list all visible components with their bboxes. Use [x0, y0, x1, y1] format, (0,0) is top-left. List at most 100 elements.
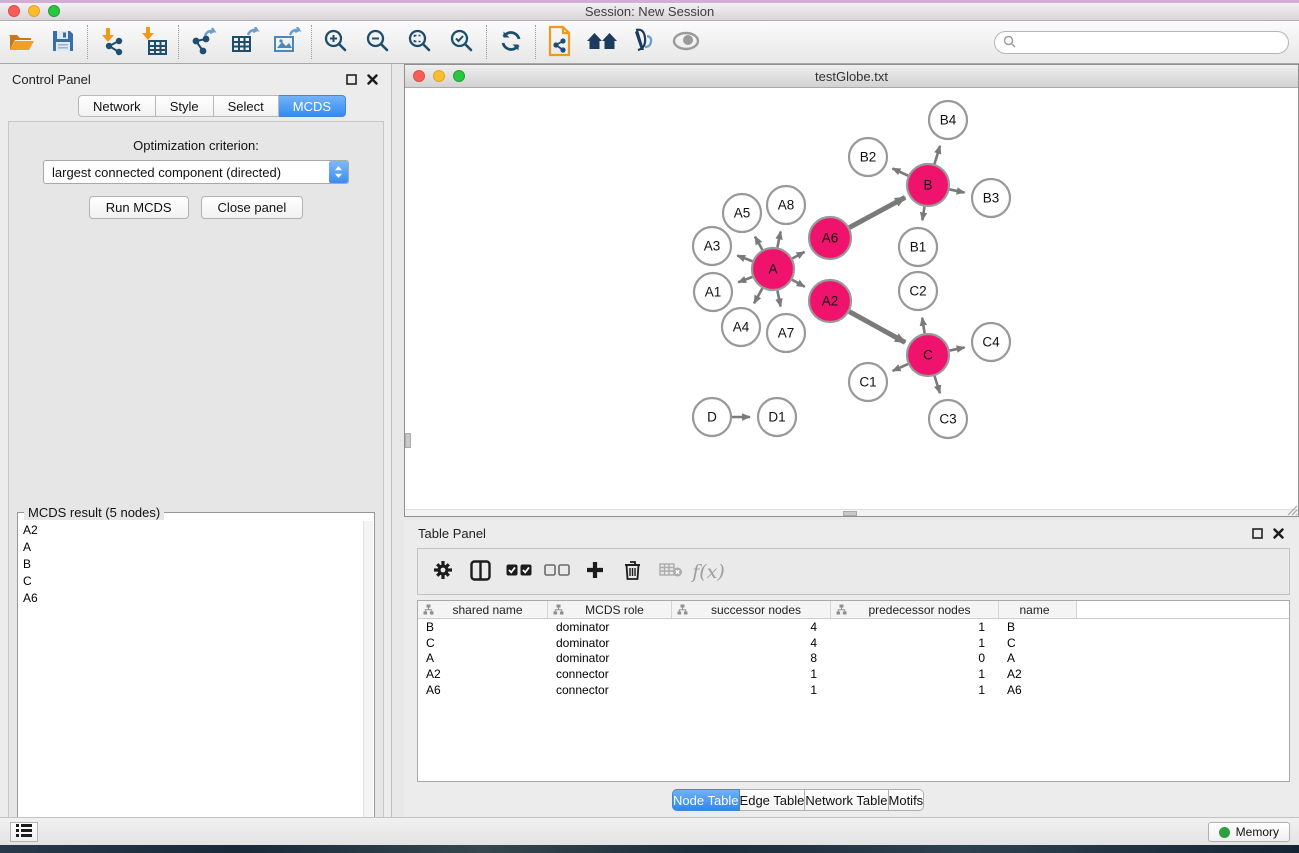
zoom-fit-button[interactable] [399, 23, 441, 61]
import-table-button[interactable] [133, 23, 175, 61]
edge-A-A4[interactable] [754, 288, 762, 303]
zoom-fit-icon [407, 28, 433, 57]
zoom-selected-button[interactable] [441, 23, 483, 61]
table-row[interactable]: Cdominator41C [418, 635, 1289, 651]
zoom-window-button[interactable] [48, 5, 60, 17]
edge-A-A1[interactable] [738, 277, 752, 282]
new-network-from-selection-button[interactable] [539, 23, 581, 61]
edge-C-C1[interactable] [893, 364, 908, 371]
result-item[interactable]: A [19, 538, 363, 555]
node-label-A: A [768, 262, 777, 277]
result-item[interactable]: C [19, 572, 363, 589]
edge-C-C2[interactable] [922, 318, 924, 334]
network-close-button[interactable] [413, 70, 425, 82]
graphics-details-icon [630, 28, 658, 57]
export-table-icon [230, 27, 260, 58]
save-session-button[interactable] [42, 23, 84, 61]
minimize-window-button[interactable] [28, 5, 40, 17]
birds-eye-view-button[interactable] [665, 23, 707, 61]
edge-B-B1[interactable] [922, 207, 924, 221]
result-item[interactable]: B [19, 555, 363, 572]
search-input[interactable] [1021, 34, 1288, 52]
tab-motifs[interactable]: Motifs [889, 789, 925, 811]
edge-A-A3[interactable] [737, 256, 752, 262]
graphics-details-button[interactable] [623, 23, 665, 61]
tab-network[interactable]: Network [78, 95, 156, 117]
network-file-icon [547, 25, 573, 60]
deselect-all-button[interactable] [542, 555, 571, 589]
tab-style[interactable]: Style [156, 95, 214, 117]
column-header-successor-nodes[interactable]: successor nodes [672, 601, 831, 618]
zoom-in-button[interactable] [315, 23, 357, 61]
edge-A2-C[interactable] [849, 312, 905, 343]
export-image-button[interactable] [266, 23, 308, 61]
optimization-criterion-dropdown[interactable]: largest connected component (directed) [43, 160, 349, 184]
gear-icon [433, 560, 453, 583]
close-panel-icon[interactable] [366, 73, 379, 86]
network-vscroll-thumb[interactable] [405, 433, 411, 448]
mcds-result-scrollbar[interactable] [363, 521, 373, 850]
table-cell: dominator [548, 620, 672, 634]
table-cell: connector [548, 683, 672, 697]
column-header-predecessor-nodes[interactable]: predecessor nodes [831, 601, 999, 618]
delete-column-button[interactable] [618, 555, 647, 589]
close-window-button[interactable] [8, 5, 20, 17]
table-cell: dominator [548, 636, 672, 650]
edge-A-A6[interactable] [792, 252, 804, 259]
edge-A-A7[interactable] [777, 291, 780, 307]
table-close-panel-icon[interactable] [1272, 527, 1285, 540]
edge-B-B3[interactable] [950, 189, 965, 192]
tab-select[interactable]: Select [214, 95, 279, 117]
edge-A6-B[interactable] [849, 197, 905, 227]
close-panel-button[interactable]: Close panel [201, 196, 304, 219]
select-all-button[interactable] [504, 555, 533, 589]
create-column-button[interactable] [580, 555, 609, 589]
table-cell: 1 [672, 683, 831, 697]
table-float-panel-icon[interactable] [1251, 527, 1264, 540]
table-row[interactable]: Bdominator41B [418, 619, 1289, 635]
table-cell: 8 [672, 651, 831, 665]
edge-C-C3[interactable] [935, 376, 940, 393]
network-hscrollbar[interactable] [405, 509, 1298, 516]
network-minimize-button[interactable] [433, 70, 445, 82]
delete-table-button[interactable] [656, 555, 685, 589]
table-row[interactable]: A2connector11A2 [418, 666, 1289, 682]
table-row[interactable]: A6connector11A6 [418, 682, 1289, 698]
zoom-out-button[interactable] [357, 23, 399, 61]
table-row[interactable]: Adominator80A [418, 650, 1289, 666]
network-zoom-button[interactable] [453, 70, 465, 82]
show-column-button[interactable] [466, 555, 495, 589]
edge-A-A2[interactable] [792, 280, 805, 287]
resize-grip-icon[interactable] [1285, 503, 1298, 516]
refresh-button[interactable] [490, 23, 532, 61]
result-item[interactable]: A6 [19, 589, 363, 606]
task-history-button[interactable] [10, 822, 38, 842]
node-label-D1: D1 [768, 410, 785, 425]
edge-B-B2[interactable] [892, 168, 908, 175]
network-canvas[interactable]: AA1A2A3A4A5A6A7A8BB1B2B3B4CC1C2C3C4DD1 [405, 88, 1298, 509]
tab-edge-table[interactable]: Edge Table [740, 789, 806, 811]
result-item[interactable]: A2 [19, 521, 363, 538]
memory-button[interactable]: Memory [1208, 822, 1290, 842]
function-builder-button[interactable]: f(x) [694, 555, 723, 589]
run-mcds-button[interactable]: Run MCDS [89, 196, 189, 219]
network-hscroll-thumb[interactable] [843, 511, 857, 516]
column-header-mcds-role[interactable]: MCDS role [548, 601, 672, 618]
edge-B-B4[interactable] [934, 146, 940, 164]
tab-mcds[interactable]: MCDS [279, 95, 346, 117]
open-session-button[interactable] [0, 23, 42, 61]
edge-C-C4[interactable] [950, 347, 965, 350]
edge-A-A8[interactable] [777, 231, 780, 247]
tab-network-table[interactable]: Network Table [805, 789, 888, 811]
tab-node-table[interactable]: Node Table [672, 789, 740, 811]
column-header-shared-name[interactable]: shared name [418, 601, 548, 618]
float-panel-icon[interactable] [345, 73, 358, 86]
edge-A-A5[interactable] [755, 237, 762, 250]
export-network-button[interactable] [182, 23, 224, 61]
table-settings-button[interactable] [428, 555, 457, 589]
column-header-name[interactable]: name [999, 601, 1077, 618]
import-network-button[interactable] [91, 23, 133, 61]
home-button[interactable] [581, 23, 623, 61]
export-table-button[interactable] [224, 23, 266, 61]
table-cell: A6 [999, 683, 1077, 697]
